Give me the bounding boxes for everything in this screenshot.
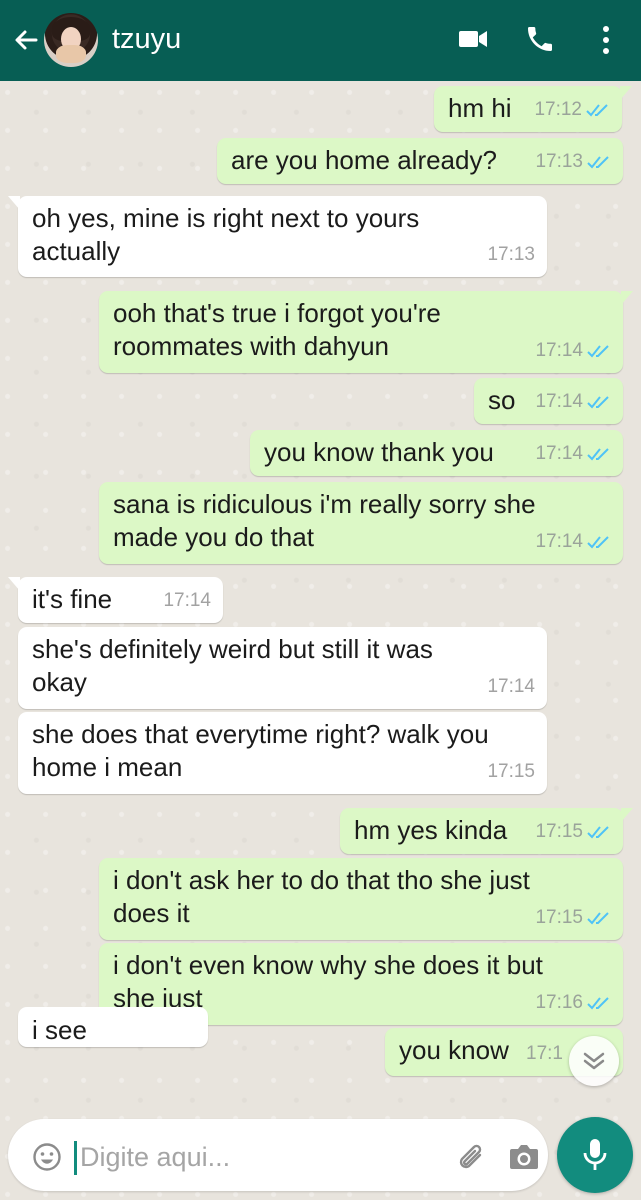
message-meta: 17:15 bbox=[535, 901, 611, 934]
double-check-icon bbox=[587, 344, 609, 357]
message-meta: 17:13 bbox=[535, 145, 611, 178]
message-time: 17:13 bbox=[535, 151, 583, 172]
double-check-icon bbox=[587, 996, 609, 1009]
message-time: 17:16 bbox=[535, 992, 583, 1013]
message-time: 17:14 bbox=[535, 443, 583, 464]
double-check-icon bbox=[587, 535, 609, 548]
contact-name[interactable]: tzuyu bbox=[112, 23, 181, 56]
double-check-icon bbox=[586, 103, 608, 116]
message-meta: 17:15 bbox=[487, 755, 535, 788]
message-meta: 17:14 bbox=[535, 334, 611, 367]
message-bubble-outgoing[interactable]: are you home already? 17:13 bbox=[217, 138, 623, 184]
message-bubble-outgoing[interactable]: ooh that's true i forgot you're roommate… bbox=[99, 291, 633, 373]
double-check-icon bbox=[587, 395, 609, 408]
message-bubble-outgoing[interactable]: hm yes kinda 17:15 bbox=[340, 808, 633, 854]
paperclip-icon[interactable] bbox=[456, 1141, 488, 1175]
message-bubble-outgoing[interactable]: you know thank you 17:14 bbox=[250, 430, 623, 476]
message-meta: 17:15 bbox=[535, 815, 611, 848]
message-meta: 17:12 bbox=[534, 93, 610, 126]
message-time: 17:13 bbox=[487, 244, 535, 265]
message-meta: 17:14 bbox=[487, 670, 535, 703]
phone-icon[interactable] bbox=[524, 23, 556, 55]
double-check-icon bbox=[587, 447, 609, 460]
message-meta: 17:1 bbox=[526, 1037, 563, 1070]
message-input[interactable] bbox=[80, 1139, 380, 1175]
text-caret bbox=[74, 1141, 77, 1175]
video-call-icon[interactable] bbox=[458, 27, 488, 51]
chevron-double-down-icon bbox=[583, 1052, 605, 1070]
scroll-to-bottom-button[interactable] bbox=[569, 1036, 619, 1086]
message-meta: 17:14 bbox=[535, 525, 611, 558]
double-check-icon bbox=[587, 911, 609, 924]
message-time: 17:14 bbox=[535, 340, 583, 361]
message-meta: 17:14 bbox=[535, 437, 611, 470]
message-meta: 17:16 bbox=[535, 986, 611, 1019]
message-text: she does that everytime right? walk you … bbox=[32, 719, 489, 782]
message-time: 17:14 bbox=[535, 391, 583, 412]
message-time: 17:14 bbox=[163, 590, 211, 611]
message-bubble-incoming[interactable]: she does that everytime right? walk you … bbox=[18, 712, 547, 794]
double-check-icon bbox=[587, 825, 609, 838]
microphone-button[interactable] bbox=[557, 1117, 633, 1193]
camera-icon[interactable] bbox=[508, 1143, 540, 1171]
message-bubble-outgoing[interactable]: sana is ridiculous i'm really sorry she … bbox=[99, 482, 623, 564]
emoji-icon[interactable] bbox=[32, 1142, 62, 1172]
message-text: oh yes, mine is right next to yours actu… bbox=[32, 203, 420, 266]
avatar-hand bbox=[56, 45, 86, 63]
message-time: 17:15 bbox=[535, 907, 583, 928]
message-text: she's definitely weird but still it was … bbox=[32, 634, 433, 697]
more-vertical-icon[interactable] bbox=[596, 23, 616, 57]
double-check-icon bbox=[587, 155, 609, 168]
message-meta: 17:14 bbox=[163, 584, 211, 617]
message-time: 17:12 bbox=[534, 99, 582, 120]
arrow-left-icon[interactable] bbox=[10, 24, 42, 56]
message-time: 17:15 bbox=[487, 761, 535, 782]
message-bubble-outgoing[interactable]: so 17:14 bbox=[474, 378, 623, 424]
message-time: 17:15 bbox=[535, 821, 583, 842]
message-meta: 17:14 bbox=[535, 385, 611, 418]
message-composer bbox=[8, 1119, 548, 1191]
microphone-icon bbox=[583, 1139, 607, 1170]
message-list[interactable]: hm hi 17:12 are you home already? 17:13 … bbox=[0, 81, 641, 1111]
message-bubble-incoming[interactable]: oh yes, mine is right next to yours actu… bbox=[8, 196, 547, 277]
message-meta: 17:13 bbox=[487, 238, 535, 271]
message-bubble-incoming[interactable]: it's fine 17:14 bbox=[8, 577, 223, 623]
message-text: i see bbox=[32, 1015, 87, 1045]
message-time: 17:1 bbox=[526, 1043, 563, 1064]
message-time: 17:14 bbox=[487, 676, 535, 697]
chat-header: tzuyu bbox=[0, 0, 641, 81]
message-bubble-incoming[interactable]: she's definitely weird but still it was … bbox=[18, 627, 547, 709]
avatar[interactable] bbox=[44, 13, 98, 67]
message-time: 17:14 bbox=[535, 531, 583, 552]
message-bubble-outgoing[interactable]: hm hi 17:12 bbox=[434, 86, 632, 132]
message-bubble-outgoing[interactable]: i don't ask her to do that tho she just … bbox=[99, 858, 623, 940]
message-bubble-incoming-partial[interactable]: i see bbox=[18, 1007, 208, 1047]
